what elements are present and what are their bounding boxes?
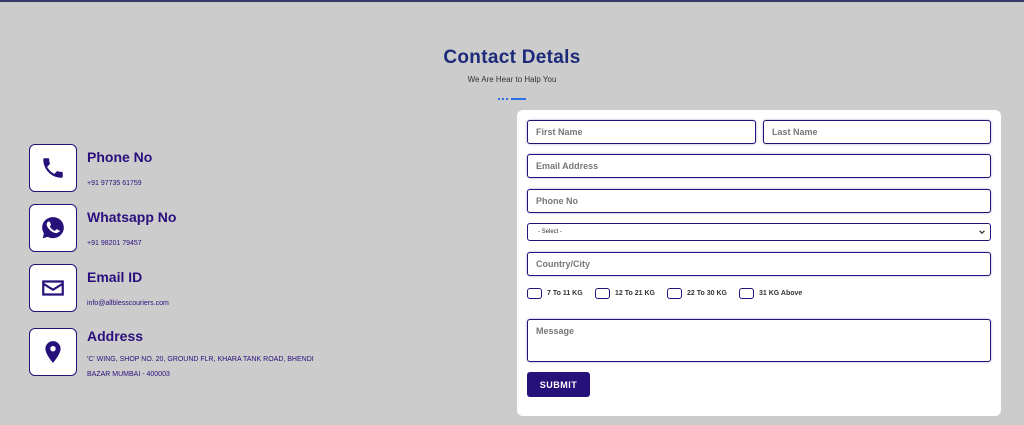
message-textarea[interactable] bbox=[527, 319, 991, 362]
contact-form: - Select - 7 To 11 KG 12 To 21 KG 22 To … bbox=[517, 110, 1001, 416]
checkbox-label: 7 To 11 KG bbox=[547, 289, 583, 297]
page-title: Contact Detals bbox=[443, 47, 581, 68]
address-line-2: BAZAR MUMBAI - 400003 bbox=[87, 371, 170, 378]
contact-title: Address bbox=[87, 328, 144, 344]
phone-number[interactable]: +91 97735 61759 bbox=[87, 177, 142, 191]
email-address[interactable]: info@allblesscouriers.com bbox=[87, 297, 169, 311]
phone-icon bbox=[29, 144, 77, 192]
page-subtitle: We Are Hear to Halp You bbox=[467, 75, 557, 84]
email-input[interactable] bbox=[527, 154, 991, 178]
weight-option-31-above[interactable]: 31 KG Above bbox=[739, 286, 802, 300]
checkbox[interactable] bbox=[595, 287, 610, 299]
weight-option-22-30[interactable]: 22 To 30 KG bbox=[667, 286, 727, 300]
phone-input[interactable] bbox=[527, 189, 991, 213]
checkbox-label: 12 To 21 KG bbox=[615, 289, 655, 297]
mail-icon bbox=[29, 264, 77, 312]
checkbox-label: 22 To 30 KG bbox=[687, 289, 727, 297]
country-city-input[interactable] bbox=[527, 252, 991, 276]
whatsapp-icon bbox=[29, 204, 77, 252]
contact-title: Phone No bbox=[87, 149, 153, 165]
first-name-input[interactable] bbox=[527, 120, 756, 144]
checkbox[interactable] bbox=[527, 287, 542, 299]
checkbox[interactable] bbox=[667, 287, 682, 299]
submit-button[interactable]: SUBMIT bbox=[527, 372, 590, 397]
top-border bbox=[0, 0, 1024, 2]
weight-option-7-11[interactable]: 7 To 11 KG bbox=[527, 286, 583, 300]
select-value: - Select - bbox=[538, 229, 563, 235]
chevron-down-icon bbox=[979, 230, 985, 234]
service-select[interactable]: - Select - bbox=[527, 223, 991, 241]
checkbox-label: 31 KG Above bbox=[759, 289, 803, 297]
checkbox[interactable] bbox=[739, 287, 754, 299]
whatsapp-number[interactable]: +91 98201 79457 bbox=[87, 237, 142, 251]
last-name-input[interactable] bbox=[763, 120, 991, 144]
weight-option-12-21[interactable]: 12 To 21 KG bbox=[595, 286, 655, 300]
section-heading: Contact Detals We Are Hear to Halp You bbox=[0, 47, 1024, 84]
contact-title: Email ID bbox=[87, 269, 143, 285]
title-underline bbox=[498, 98, 526, 100]
location-pin-icon bbox=[29, 328, 77, 376]
contact-title: Whatsapp No bbox=[87, 209, 177, 225]
address-line-1: 'C' WING, SHOP NO. 20, GROUND FLR, KHARA… bbox=[87, 356, 314, 363]
